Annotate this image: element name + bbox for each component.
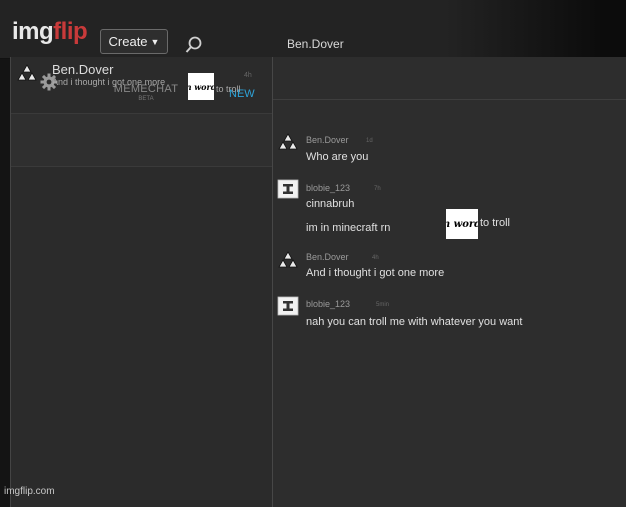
sticker-image: n word [188, 73, 214, 100]
message-time: 1d [366, 138, 373, 144]
message-username[interactable]: blobie_123 [306, 183, 350, 193]
chevron-down-icon: ▼ [150, 36, 160, 47]
logo-text-img: img [12, 18, 54, 45]
message-text: Who are you [306, 151, 369, 163]
search-icon[interactable] [185, 36, 203, 54]
chat-header [273, 57, 626, 100]
message-username[interactable]: blobie_123 [306, 299, 350, 309]
memechat-window: MEMECHAT BETA NEW [10, 57, 626, 507]
conversation-name: Ben.Dover [52, 62, 114, 77]
message-text: nah you can troll me with whatever you w… [306, 316, 523, 328]
message-text: cinnabruh [306, 198, 355, 210]
message-text-suffix: to troll [480, 217, 510, 229]
conversation-sidebar: MEMECHAT BETA NEW [11, 57, 273, 507]
create-button[interactable]: Create ▼ [100, 29, 168, 54]
message-text: im in minecraft rn [306, 222, 391, 234]
message-time: 7h [374, 186, 381, 192]
message-time: 4h [372, 255, 379, 261]
chat-title: Ben.Dover [287, 37, 344, 51]
logo-text-flip: flip [53, 18, 88, 45]
memechat-beta-label: BETA [138, 96, 154, 102]
message-username[interactable]: Ben.Dover [306, 252, 349, 262]
sticker-image: n word [446, 209, 478, 239]
conversation-preview-suffix: to troll [216, 84, 241, 94]
message-time: 5min [376, 302, 390, 308]
blob-avatar-icon [277, 179, 299, 199]
conversation-preview: And i thought i got one more [52, 77, 166, 87]
message-text: And i thought i got one more [306, 267, 445, 279]
triforce-avatar-icon [278, 251, 298, 268]
message-username[interactable]: Ben.Dover [306, 135, 349, 145]
conversation-time: 4h [244, 72, 252, 79]
blob-avatar-icon [277, 296, 299, 316]
screen-vignette [446, 0, 626, 58]
triforce-avatar-icon [17, 64, 37, 81]
create-button-label: Create [108, 34, 148, 49]
imgflip-logo[interactable]: imgflip [12, 18, 88, 46]
triforce-avatar-icon [278, 133, 298, 150]
conversation-item[interactable] [11, 113, 272, 167]
watermark: imgflip.com [4, 486, 55, 497]
